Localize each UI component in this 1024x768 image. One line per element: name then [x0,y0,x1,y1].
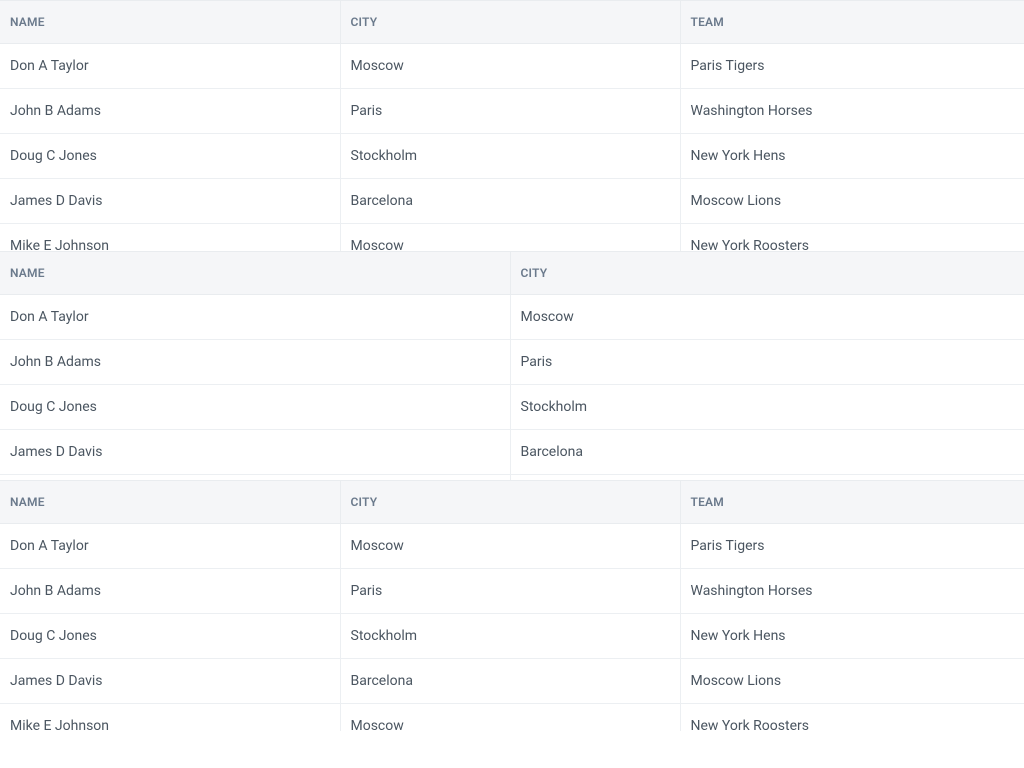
table-row[interactable]: John B AdamsParis [0,340,1024,385]
data-table-header: NAMECITYTEAM [0,1,1024,44]
table-row[interactable]: James D DavisBarcelonaMoscow Lions [0,179,1024,224]
cell-team: New York Roosters [680,704,1024,732]
table-row[interactable]: Don A TaylorMoscowParis Tigers [0,44,1024,89]
column-header-city[interactable]: CITY [340,481,680,524]
cell-team: New York Hens [680,614,1024,659]
cell-city: Paris [340,89,680,134]
cell-name: John B Adams [0,340,510,385]
column-header-city[interactable]: CITY [510,252,1024,295]
cell-city: Moscow [340,44,680,89]
table-row[interactable]: James D DavisBarcelona [0,430,1024,475]
cell-team: Washington Horses [680,569,1024,614]
cell-team: Paris Tigers [680,44,1024,89]
cell-team: Moscow Lions [680,659,1024,704]
data-table-block: NAMECITYTEAMDon A TaylorMoscowParis Tige… [0,0,1024,251]
cell-name: Doug C Jones [0,385,510,430]
cell-city: Stockholm [340,134,680,179]
data-table-header: NAMECITYTEAM [0,481,1024,524]
column-header-name[interactable]: NAME [0,481,340,524]
cell-name: Mike E Johnson [0,224,340,252]
table-row[interactable]: John B AdamsParisWashington Horses [0,89,1024,134]
cell-city: Moscow [340,524,680,569]
cell-name: John B Adams [0,89,340,134]
cell-city: Paris [510,340,1024,385]
data-table-body: Don A TaylorMoscowJohn B AdamsParisDoug … [0,295,1024,480]
table-scroll-area[interactable]: Don A TaylorMoscowJohn B AdamsParisDoug … [0,295,1024,480]
cell-name: John B Adams [0,569,340,614]
data-table-header: NAMECITY [0,252,1024,295]
cell-city: Barcelona [340,659,680,704]
table-row[interactable]: Doug C JonesStockholmNew York Hens [0,134,1024,179]
cell-city: Moscow [340,224,680,252]
data-table-block: NAMECITYDon A TaylorMoscowJohn B AdamsPa… [0,251,1024,480]
table-row[interactable]: James D DavisBarcelonaMoscow Lions [0,659,1024,704]
cell-name: Don A Taylor [0,524,340,569]
cell-name: Don A Taylor [0,295,510,340]
data-table-body: Don A TaylorMoscowParis TigersJohn B Ada… [0,44,1024,251]
table-row[interactable]: Doug C JonesStockholmNew York Hens [0,614,1024,659]
column-header-team[interactable]: TEAM [680,1,1024,44]
cell-team: Paris Tigers [680,524,1024,569]
column-header-name[interactable]: NAME [0,1,340,44]
table-row[interactable]: Don A TaylorMoscow [0,295,1024,340]
data-table-body: Don A TaylorMoscowParis TigersJohn B Ada… [0,524,1024,731]
table-row[interactable]: Doug C JonesStockholm [0,385,1024,430]
table-scroll-area[interactable]: Don A TaylorMoscowParis TigersJohn B Ada… [0,44,1024,251]
cell-city: Paris [340,569,680,614]
column-header-team[interactable]: TEAM [680,481,1024,524]
table-row[interactable]: John B AdamsParisWashington Horses [0,569,1024,614]
cell-name: Mike E Johnson [0,704,340,732]
cell-city: Moscow [340,704,680,732]
cell-city: Stockholm [510,385,1024,430]
cell-city: Stockholm [340,614,680,659]
cell-name: James D Davis [0,659,340,704]
table-row[interactable]: Mike E JohnsonMoscowNew York Roosters [0,704,1024,732]
cell-name: James D Davis [0,179,340,224]
cell-team: Moscow Lions [680,179,1024,224]
cell-team: New York Roosters [680,224,1024,252]
column-header-city[interactable]: CITY [340,1,680,44]
column-header-name[interactable]: NAME [0,252,510,295]
cell-name: James D Davis [0,430,510,475]
table-row[interactable]: Don A TaylorMoscowParis Tigers [0,524,1024,569]
data-table-block: NAMECITYTEAMDon A TaylorMoscowParis Tige… [0,480,1024,731]
cell-city: Moscow [510,295,1024,340]
table-scroll-area[interactable]: Don A TaylorMoscowParis TigersJohn B Ada… [0,524,1024,731]
cell-city: Barcelona [340,179,680,224]
cell-team: Washington Horses [680,89,1024,134]
cell-name: Doug C Jones [0,614,340,659]
table-row[interactable]: Mike E JohnsonMoscowNew York Roosters [0,224,1024,252]
cell-name: Don A Taylor [0,44,340,89]
cell-team: New York Hens [680,134,1024,179]
cell-city: Barcelona [510,430,1024,475]
cell-name: Doug C Jones [0,134,340,179]
